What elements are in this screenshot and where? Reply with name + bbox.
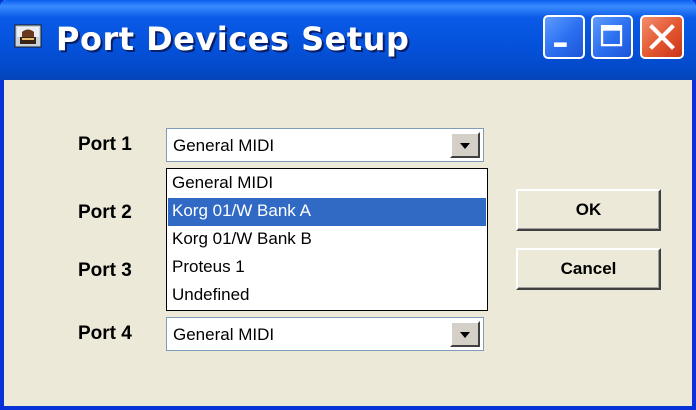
minimize-button[interactable] bbox=[543, 15, 585, 59]
port-1-dropdown-button[interactable] bbox=[450, 132, 480, 158]
chevron-down-icon bbox=[460, 143, 470, 149]
port-1-dropdown-list: General MIDI Korg 01/W Bank A Korg 01/W … bbox=[166, 168, 488, 311]
port-3-label: Port 3 bbox=[78, 260, 132, 281]
dropdown-option-proteus-1[interactable]: Proteus 1 bbox=[168, 254, 486, 282]
close-icon bbox=[649, 24, 675, 50]
close-button[interactable] bbox=[640, 15, 684, 59]
chevron-down-icon bbox=[460, 332, 470, 338]
port-1-value: General MIDI bbox=[173, 136, 275, 155]
maximize-button[interactable] bbox=[591, 15, 633, 59]
port-devices-setup-window: Port Devices Setup Port 1 Port 2 Port 3 … bbox=[0, 0, 696, 410]
app-icon bbox=[14, 24, 42, 48]
dropdown-option-undefined[interactable]: Undefined bbox=[168, 282, 486, 310]
port-2-label: Port 2 bbox=[78, 202, 132, 223]
window-title: Port Devices Setup bbox=[56, 20, 410, 58]
maximize-icon bbox=[600, 25, 623, 47]
title-bar[interactable]: Port Devices Setup bbox=[0, 0, 696, 80]
minimize-icon bbox=[554, 42, 567, 47]
ok-button[interactable]: OK bbox=[516, 189, 661, 231]
port-4-label: Port 4 bbox=[78, 323, 132, 344]
dropdown-option-korg-bank-b[interactable]: Korg 01/W Bank B bbox=[168, 226, 486, 254]
port-4-dropdown-button[interactable] bbox=[450, 321, 480, 347]
port-1-select[interactable]: General MIDI bbox=[166, 128, 484, 162]
cancel-button[interactable]: Cancel bbox=[516, 248, 661, 290]
port-4-value: General MIDI bbox=[173, 325, 275, 344]
dropdown-option-korg-bank-a[interactable]: Korg 01/W Bank A bbox=[168, 198, 486, 226]
port-4-select[interactable]: General MIDI bbox=[166, 317, 484, 351]
dropdown-option-general-midi[interactable]: General MIDI bbox=[168, 170, 486, 198]
port-1-label: Port 1 bbox=[78, 134, 132, 155]
